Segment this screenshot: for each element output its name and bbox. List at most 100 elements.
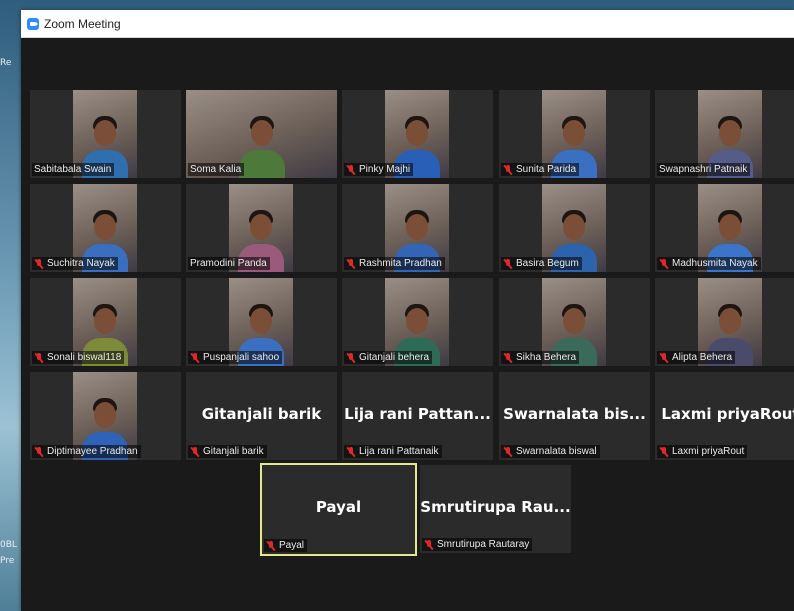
muted-mic-icon: [503, 258, 513, 269]
participant-name: Madhusmita Nayak: [672, 258, 758, 269]
participant-name-tag: Swapnashri Patnaik: [657, 163, 751, 176]
participant-name-tag: Diptimayee Pradhan: [32, 445, 141, 458]
title-bar[interactable]: Zoom Meeting: [21, 10, 794, 38]
participant-name: Sunita Parida: [516, 164, 577, 175]
participant-name: Soma Kalia: [190, 164, 242, 175]
desktop-icon-label[interactable]: 0BL: [0, 540, 18, 550]
participant-name-tag: Rashmita Pradhan: [344, 257, 445, 270]
person-silhouette: [563, 214, 585, 240]
participant-name: Pinky Majhi: [359, 164, 411, 175]
participant-name: Sonali biswal118: [47, 352, 122, 363]
participant-name-tag: Soma Kalia: [188, 163, 245, 176]
muted-mic-icon: [503, 164, 513, 175]
participant-name-tag: Sunita Parida: [501, 163, 580, 176]
participant-name: Rashmita Pradhan: [359, 258, 442, 269]
participant-name: Lija rani Pattanaik: [359, 446, 439, 457]
person-silhouette: [238, 150, 285, 178]
participant-name-tag: Payal: [264, 539, 308, 552]
participant-name-tag: Swarnalata biswal: [501, 445, 600, 458]
participant-tile[interactable]: Basira Begum: [499, 184, 650, 272]
zoom-meeting-window: Zoom Meeting Sabitabala Swain Soma Kalia P…: [21, 10, 794, 611]
person-silhouette: [94, 214, 116, 240]
muted-mic-icon: [190, 446, 200, 457]
participant-name-tag: Sabitabala Swain: [32, 163, 115, 176]
participant-tile[interactable]: Payal Payal: [260, 463, 417, 556]
person-silhouette: [563, 120, 585, 146]
participant-tile[interactable]: Smrutirupa Rau... Smrutirupa Rautaray: [420, 465, 571, 553]
participant-name: Swarnalata biswal: [516, 446, 597, 457]
participant-name-tag: Alipta Behera: [657, 351, 736, 364]
participant-name: Sikha Behera: [516, 352, 577, 363]
participant-name: Alipta Behera: [672, 352, 733, 363]
participant-name-tag: Pramodini Panda: [188, 257, 270, 270]
participant-tile[interactable]: Sabitabala Swain: [30, 90, 181, 178]
person-silhouette: [406, 214, 428, 240]
participant-name-tag: Gitanjali barik: [188, 445, 267, 458]
muted-mic-icon: [34, 446, 44, 457]
person-silhouette: [563, 308, 585, 334]
participant-name: Gitanjali barik: [203, 446, 264, 457]
participant-name-tag: Puspanjali sahoo: [188, 351, 283, 364]
participant-tile[interactable]: Gitanjali behera: [342, 278, 493, 366]
desktop-icon-label[interactable]: Re: [0, 58, 18, 68]
participant-display-name: Smrutirupa Rau...: [420, 498, 571, 516]
participant-name: Suchitra Nayak: [47, 258, 115, 269]
participant-name: Basira Begum: [516, 258, 579, 269]
participant-tile[interactable]: Madhusmita Nayak: [655, 184, 794, 272]
participant-name-tag: Basira Begum: [501, 257, 582, 270]
participant-tile[interactable]: Pramodini Panda: [186, 184, 337, 272]
participant-name: Laxmi priyaRout: [672, 446, 745, 457]
person-silhouette: [719, 308, 741, 334]
participant-name: Payal: [279, 540, 305, 551]
person-silhouette: [250, 120, 273, 146]
participant-name: Swapnashri Patnaik: [659, 164, 748, 175]
participant-tile[interactable]: Suchitra Nayak: [30, 184, 181, 272]
person-silhouette: [719, 214, 741, 240]
participant-display-name: Swarnalata bis...: [503, 405, 646, 423]
muted-mic-icon: [34, 258, 44, 269]
participant-name-tag: Madhusmita Nayak: [657, 257, 761, 270]
participant-name: Puspanjali sahoo: [203, 352, 280, 363]
muted-mic-icon: [503, 446, 513, 457]
person-silhouette: [94, 120, 116, 146]
gallery-view: Sabitabala Swain Soma Kalia Pinky Majhi Sun…: [21, 38, 794, 611]
participant-name-tag: Sikha Behera: [501, 351, 580, 364]
participant-name-tag: Gitanjali behera: [344, 351, 433, 364]
participant-tile[interactable]: Lija rani Pattan... Lija rani Pattanaik: [342, 372, 493, 460]
participant-tile[interactable]: Alipta Behera: [655, 278, 794, 366]
participant-tile[interactable]: Soma Kalia: [186, 90, 337, 178]
participant-name: Diptimayee Pradhan: [47, 446, 138, 457]
participant-name-tag: Laxmi priyaRout: [657, 445, 748, 458]
participant-name-tag: Smrutirupa Rautaray: [422, 538, 533, 551]
person-silhouette: [250, 308, 272, 334]
participant-tile[interactable]: Sikha Behera: [499, 278, 650, 366]
window-title: Zoom Meeting: [44, 16, 121, 31]
participant-name: Sabitabala Swain: [34, 164, 112, 175]
participant-tile[interactable]: Sonali biswal118: [30, 278, 181, 366]
muted-mic-icon: [659, 258, 669, 269]
muted-mic-icon: [190, 352, 200, 363]
participant-tile[interactable]: Swapnashri Patnaik: [655, 90, 794, 178]
participant-name-tag: Pinky Majhi: [344, 163, 414, 176]
person-silhouette: [250, 214, 272, 240]
participant-tile[interactable]: Swarnalata bis... Swarnalata biswal: [499, 372, 650, 460]
muted-mic-icon: [659, 446, 669, 457]
muted-mic-icon: [346, 352, 356, 363]
muted-mic-icon: [503, 352, 513, 363]
person-silhouette: [94, 308, 116, 334]
participant-display-name: Payal: [315, 498, 362, 516]
participant-tile[interactable]: Laxmi priyaRout Laxmi priyaRout: [655, 372, 794, 460]
participant-tile[interactable]: Gitanjali barik Gitanjali barik: [186, 372, 337, 460]
muted-mic-icon: [346, 446, 356, 457]
participant-tile[interactable]: Diptimayee Pradhan: [30, 372, 181, 460]
participant-tile[interactable]: Rashmita Pradhan: [342, 184, 493, 272]
desktop-icon-label[interactable]: Pre: [0, 556, 18, 566]
muted-mic-icon: [266, 540, 276, 551]
participant-tile[interactable]: Pinky Majhi: [342, 90, 493, 178]
participant-tile[interactable]: Sunita Parida: [499, 90, 650, 178]
muted-mic-icon: [346, 258, 356, 269]
participant-tile[interactable]: Puspanjali sahoo: [186, 278, 337, 366]
muted-mic-icon: [659, 352, 669, 363]
muted-mic-icon: [34, 352, 44, 363]
participant-display-name: Lija rani Pattan...: [344, 405, 491, 423]
